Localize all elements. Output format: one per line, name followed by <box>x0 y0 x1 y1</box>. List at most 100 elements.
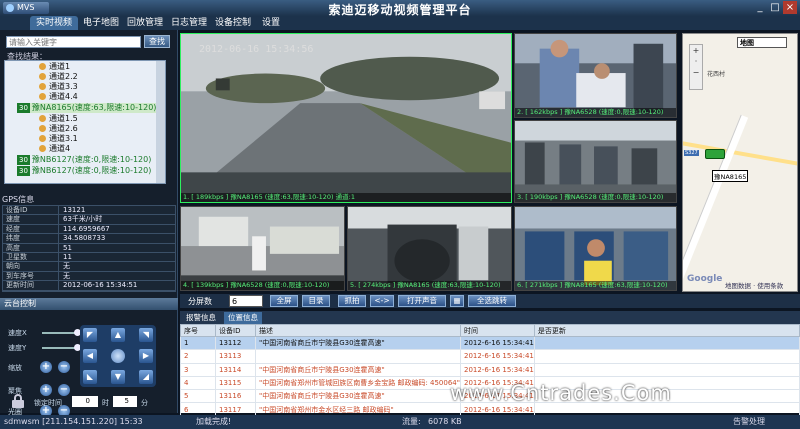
tab-alarm-info[interactable]: 报警信息 <box>182 312 220 324</box>
ptz-down-button[interactable]: ▼ <box>111 370 125 384</box>
tree-vehicle[interactable]: 30 豫NA8165(速度:63,限速:10-120) <box>17 103 157 113</box>
tree-vehicle[interactable]: 30 豫NB6127(速度:0,限速:10-120) <box>17 155 151 165</box>
menu-bar: 实时视频 电子地图 回放管理 日志管理 设备控制 设置 <box>0 16 800 30</box>
video-4-scene <box>181 207 344 290</box>
ptz-right-button[interactable]: ▶ <box>139 349 153 363</box>
tree-vehicle[interactable]: 30 豫NB6127(速度:0,限速:10-120) <box>17 166 151 176</box>
table-header: 序号 设备ID 描述 时间 是否更新 <box>180 324 800 337</box>
status-loaded: 加载完成! <box>196 417 232 426</box>
device-tree[interactable]: 通道1 通道2.2 通道3.3 通道4.4 30 豫NA8165(速度:63,限速… <box>4 60 166 184</box>
grid-icon[interactable]: ▦ <box>450 295 464 307</box>
tree-item[interactable]: 通道4 <box>39 144 70 154</box>
focus-in-button[interactable]: + <box>40 384 52 396</box>
video-label-2: 2. [ 162kbps ] 豫NA6528 (速度:0,限速:10-120) <box>515 108 676 117</box>
video-window-6[interactable]: 6. [ 271kbps ] 豫NA8165 (速度:63,限速:10-120) <box>514 206 677 291</box>
split-count-select[interactable]: 6 <box>229 295 263 307</box>
swap-button[interactable]: <-> <box>370 295 394 307</box>
map-type-select[interactable]: 地图 <box>737 37 787 48</box>
camera-icon <box>39 63 46 70</box>
map-road <box>683 139 797 169</box>
video-1-scene <box>181 34 511 202</box>
zoom-out-button[interactable]: − <box>58 361 70 373</box>
watermark: www.Cntrades.Com <box>450 381 672 405</box>
table-row[interactable]: 1 13112 "中国河南省商丘市宁陵县G30连霍高速" 2012-6-16 15:3… <box>180 335 800 351</box>
table-row[interactable]: 3 13114 "中国河南省商丘市宁陵县G30连霍高速" 2012-6-16 15:3… <box>180 362 800 377</box>
video-window-3[interactable]: 3. [ 190kbps ] 豫NA6528 (速度:0,限速:10-120) <box>514 120 677 203</box>
minimize-button[interactable]: _ <box>753 1 767 14</box>
ptz-down-left-button[interactable]: ◣ <box>83 370 97 384</box>
lock-minutes-input[interactable]: 5 <box>113 396 137 407</box>
search-button[interactable]: 查找 <box>144 35 170 48</box>
lock-hours-input[interactable]: 0 <box>72 396 98 407</box>
gps-table: 设备ID 13121 速度 63千米/小时 经度 114.6959667 纬度 34.5… <box>2 205 176 292</box>
tree-item[interactable]: 通道4.4 <box>39 92 78 102</box>
maximize-button[interactable]: □ <box>768 1 782 14</box>
control-bar: 分屏数 6 全屏 目录 抓拍 <-> 打开声音 ▦ 全选跳转 <box>180 294 800 308</box>
hour-unit: 时 <box>102 399 109 407</box>
gps-row: 设备ID 13121 <box>3 206 175 216</box>
video-window-2[interactable]: 2. [ 162kbps ] 豫NA6528 (速度:0,限速:10-120) <box>514 33 677 118</box>
menu-playback[interactable]: 回放管理 <box>124 16 166 30</box>
map-road <box>683 114 749 291</box>
speed-y-label: 速度Y <box>8 344 27 352</box>
video-window-4[interactable]: 4. [ 139kbps ] 豫NA6528 (速度:0,限速:10-120) <box>180 206 345 291</box>
gps-title: GPS信息 <box>2 195 35 204</box>
directory-button[interactable]: 目录 <box>302 295 330 307</box>
tree-scrollbar[interactable] <box>156 61 165 183</box>
camera-icon <box>39 115 46 122</box>
tab-location-info[interactable]: 位置信息 <box>224 312 262 324</box>
video-5-scene <box>348 207 511 290</box>
ptz-center-button[interactable] <box>111 349 125 363</box>
tree-item[interactable]: 通道3.3 <box>39 82 78 92</box>
lock-time-label: 锁定时间 <box>34 399 62 407</box>
zoom-in-button[interactable]: + <box>40 361 52 373</box>
camera-icon <box>39 83 46 90</box>
table-row[interactable]: 2 13113 2012-6-16 15:34:41 <box>180 349 800 364</box>
close-button[interactable]: × <box>783 1 797 14</box>
video-3-scene <box>515 121 676 202</box>
ptz-up-button[interactable]: ▲ <box>111 328 125 342</box>
map-copyright[interactable]: 地图数据 · 使用条款 <box>725 280 783 290</box>
ptz-up-left-button[interactable]: ◤ <box>83 328 97 342</box>
video-timestamp: 2012-06-16 15:34:56 <box>199 44 314 55</box>
video-label-1: 1. [ 189kbps ] 豫NA8165 (速度:63,限速:10-120)… <box>181 193 511 202</box>
video-grid: 2012-06-16 15:34:56 1. [ 189kbps ] 豫NA81… <box>180 33 680 295</box>
fullscreen-button[interactable]: 全屏 <box>270 295 298 307</box>
menu-device-control[interactable]: 设备控制 <box>212 16 254 30</box>
video-window-5[interactable]: 5. [ 274kbps ] 豫NA8165 (速度:63,限速:10-120) <box>347 206 512 291</box>
lock-icon[interactable] <box>12 394 24 408</box>
focus-out-button[interactable]: − <box>58 384 70 396</box>
menu-settings[interactable]: 设置 <box>256 16 286 30</box>
tree-item[interactable]: 通道2.2 <box>39 72 78 82</box>
video-window-1[interactable]: 2012-06-16 15:34:56 1. [ 189kbps ] 豫NA81… <box>180 33 512 203</box>
ptz-header[interactable]: 云台控制 <box>0 298 178 310</box>
map-panel[interactable]: 地图 + · − 花西村 S327 豫NA8165 Google 地图数据 · 使用… <box>682 33 798 292</box>
video-6-scene <box>515 207 676 290</box>
tree-item[interactable]: 通道2.6 <box>39 124 78 134</box>
vehicle-icon: 30 <box>17 166 30 176</box>
snapshot-button[interactable]: 抓拍 <box>338 295 366 307</box>
tree-item[interactable]: 通道1.5 <box>39 114 78 124</box>
ptz-left-button[interactable]: ◀ <box>83 349 97 363</box>
status-bar: sdmwsm [211.154.151.220] 15:33 加载完成! 流量:… <box>0 415 800 429</box>
map-zoom-control[interactable]: + · − <box>689 44 703 90</box>
ptz-down-right-button[interactable]: ◢ <box>139 370 153 384</box>
alarm-handle-button[interactable]: 告警处理 <box>733 415 765 429</box>
google-logo: Google <box>687 274 723 284</box>
menu-e-map[interactable]: 电子地图 <box>80 16 122 30</box>
camera-icon <box>39 135 46 142</box>
select-all-jump-button[interactable]: 全选跳转 <box>468 295 516 307</box>
ptz-up-right-button[interactable]: ◥ <box>139 328 153 342</box>
vehicle-marker-icon[interactable] <box>705 149 725 159</box>
menu-realtime-video[interactable]: 实时视频 <box>30 16 78 30</box>
tree-item[interactable]: 通道3.1 <box>39 134 78 144</box>
speed-x-label: 速度X <box>8 329 27 337</box>
menu-logs[interactable]: 日志管理 <box>168 16 210 30</box>
search-input[interactable] <box>6 36 141 48</box>
tree-item[interactable]: 通道1 <box>39 62 70 72</box>
gps-row: 高度 51 <box>3 243 175 253</box>
gps-row: 经度 114.6959667 <box>3 224 175 235</box>
map-place-label: 花西村 <box>707 71 726 78</box>
video-label-4: 4. [ 139kbps ] 豫NA6528 (速度:0,限速:10-120) <box>181 281 344 290</box>
sound-button[interactable]: 打开声音 <box>398 295 446 307</box>
